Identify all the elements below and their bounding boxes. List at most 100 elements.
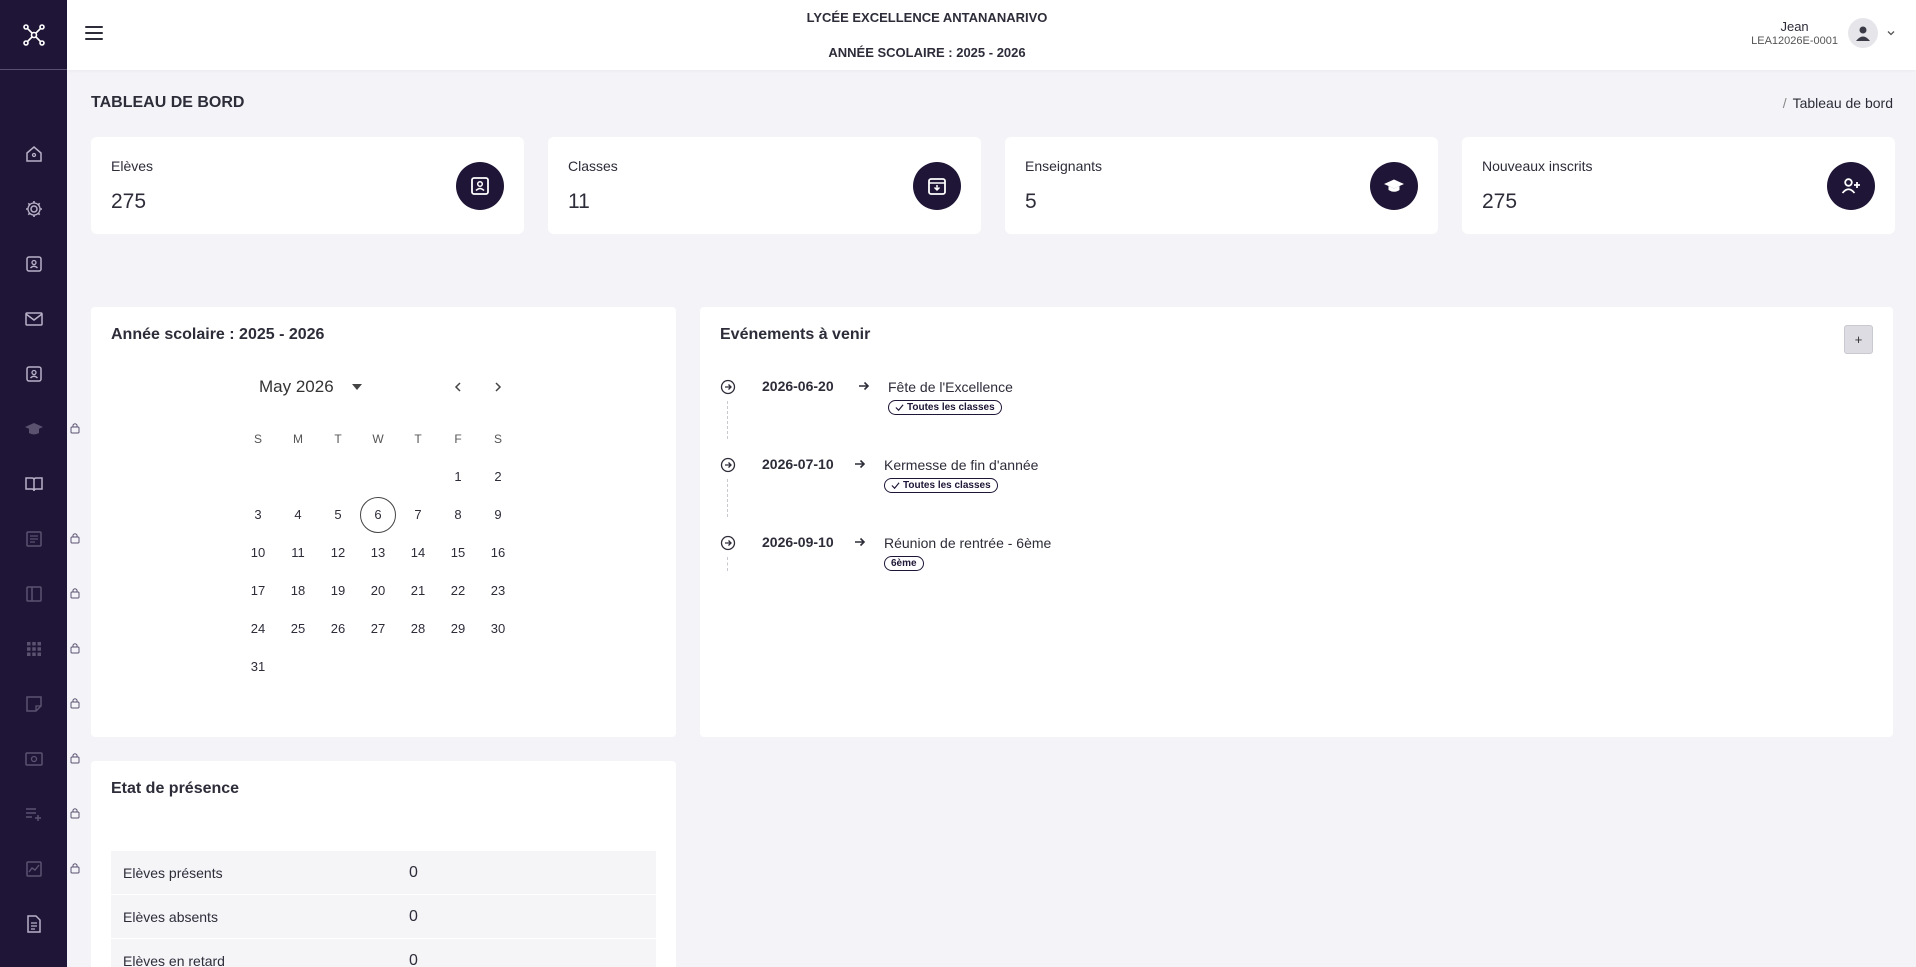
calendar-week: 12 bbox=[238, 458, 518, 496]
calendar-day[interactable]: 16 bbox=[478, 535, 518, 571]
event-date: 2026-09-10 bbox=[762, 534, 834, 550]
sidebar-item-notes[interactable] bbox=[0, 684, 80, 724]
gear-icon bbox=[25, 201, 42, 217]
calendar-day[interactable]: 14 bbox=[398, 535, 438, 571]
sidebar-item-panel[interactable] bbox=[0, 574, 80, 614]
chevron-down-icon[interactable] bbox=[1886, 28, 1896, 38]
calendar-day[interactable]: 9 bbox=[478, 497, 518, 533]
archive-box-icon bbox=[928, 178, 946, 195]
add-event-button[interactable]: + bbox=[1844, 325, 1873, 354]
lock-icon bbox=[70, 698, 80, 709]
calendar-day[interactable]: 12 bbox=[318, 535, 358, 571]
calendar-day[interactable]: 13 bbox=[358, 535, 398, 571]
calendar-day[interactable]: 3 bbox=[238, 497, 278, 533]
calendar-day[interactable]: 30 bbox=[478, 611, 518, 647]
sidebar-item-students[interactable] bbox=[0, 244, 67, 284]
book-icon bbox=[24, 477, 43, 492]
timeline-connector bbox=[727, 401, 728, 439]
calendar-empty-cell bbox=[398, 649, 438, 685]
attendance-label: Elèves présents bbox=[123, 864, 223, 881]
chevron-right-icon bbox=[495, 382, 502, 392]
top-header: LYCÉE EXCELLENCE ANTANANARIVO ANNÉE SCOL… bbox=[67, 0, 1916, 70]
hamburger-line bbox=[85, 38, 103, 40]
calendar-day[interactable]: 11 bbox=[278, 535, 318, 571]
table-row: Elèves en retard 0 bbox=[111, 939, 656, 967]
calendar-day[interactable]: 20 bbox=[358, 573, 398, 609]
calendar-day[interactable]: 29 bbox=[438, 611, 478, 647]
stat-card-classes[interactable]: Classes 11 bbox=[548, 137, 981, 234]
stat-card-new-enrollments[interactable]: Nouveaux inscrits 275 bbox=[1462, 137, 1895, 234]
chevron-left-icon bbox=[454, 382, 461, 392]
calendar-empty-cell bbox=[438, 649, 478, 685]
sidebar-item-grid[interactable] bbox=[0, 629, 80, 669]
breadcrumb-current[interactable]: Tableau de bord bbox=[1793, 95, 1893, 111]
calendar-day[interactable]: 8 bbox=[438, 497, 478, 533]
attendance-value: 0 bbox=[409, 951, 418, 967]
calendar-day[interactable]: 1 bbox=[438, 459, 478, 495]
user-add-icon bbox=[1841, 178, 1860, 194]
calendar-day[interactable]: 17 bbox=[238, 573, 278, 609]
sidebar-item-home[interactable] bbox=[0, 134, 67, 174]
calendar-day[interactable]: 27 bbox=[358, 611, 398, 647]
calendar-day[interactable]: 7 bbox=[398, 497, 438, 533]
sidebar-item-stats[interactable] bbox=[0, 849, 80, 889]
stat-value: 5 bbox=[1025, 190, 1037, 213]
weekday-label: F bbox=[454, 432, 462, 446]
calendar-empty-cell bbox=[398, 459, 438, 495]
breadcrumb: / Tableau de bord bbox=[1783, 95, 1893, 111]
user-menu[interactable]: Jean LEA12026E-0001 bbox=[1751, 18, 1896, 48]
sidebar-item-teachers[interactable] bbox=[0, 354, 67, 394]
calendar-day-today[interactable]: 6 bbox=[360, 497, 396, 533]
calendar-empty-cell bbox=[478, 649, 518, 685]
month-selector[interactable]: May 2026 bbox=[259, 377, 362, 397]
weekday-label: W bbox=[372, 432, 384, 446]
stat-icon-wrap bbox=[1827, 162, 1875, 210]
calendar-week: 3456789 bbox=[238, 496, 518, 534]
event-date: 2026-07-10 bbox=[762, 456, 834, 472]
app-logo[interactable] bbox=[0, 0, 67, 70]
arrow-right-icon bbox=[855, 537, 866, 547]
chart-icon bbox=[25, 861, 42, 877]
previous-month-button[interactable] bbox=[450, 379, 466, 395]
calendar-day[interactable]: 28 bbox=[398, 611, 438, 647]
sidebar-item-list-add[interactable] bbox=[0, 794, 80, 834]
sidebar-item-graduation[interactable] bbox=[0, 409, 80, 449]
calendar-empty-cell bbox=[278, 649, 318, 685]
calendar-day[interactable]: 18 bbox=[278, 573, 318, 609]
arrow-circle-icon bbox=[720, 457, 736, 473]
next-month-button[interactable] bbox=[490, 379, 506, 395]
calendar-week: 17 18 19 20 21 22 23 bbox=[238, 572, 518, 610]
calendar-day[interactable]: 4 bbox=[278, 497, 318, 533]
calendar-day[interactable]: 2 bbox=[478, 459, 518, 495]
sidebar-item-settings[interactable] bbox=[0, 189, 67, 229]
calendar-day[interactable]: 19 bbox=[318, 573, 358, 609]
calendar-day[interactable]: 22 bbox=[438, 573, 478, 609]
sidebar-item-documents[interactable] bbox=[0, 519, 80, 559]
stat-card-teachers[interactable]: Enseignants 5 bbox=[1005, 137, 1438, 234]
calendar-day[interactable]: 25 bbox=[278, 611, 318, 647]
sidebar-item-payments[interactable] bbox=[0, 739, 80, 779]
sidebar-item-messages[interactable] bbox=[0, 299, 67, 339]
attendance-label: Elèves en retard bbox=[123, 952, 225, 967]
table-row: Elèves présents 0 bbox=[111, 851, 656, 895]
stat-card-students[interactable]: Elèves 275 bbox=[91, 137, 524, 234]
calendar-empty-cell bbox=[318, 459, 358, 495]
calendar-day[interactable]: 23 bbox=[478, 573, 518, 609]
sidebar-item-reports[interactable] bbox=[0, 904, 67, 944]
lock-icon bbox=[70, 423, 80, 434]
calendar-day[interactable]: 31 bbox=[238, 649, 278, 685]
sidebar-item-library[interactable] bbox=[0, 464, 67, 504]
calendar-day[interactable]: 21 bbox=[398, 573, 438, 609]
calendar-day[interactable]: 24 bbox=[238, 611, 278, 647]
calendar-week: 10 11 12 13 14 15 16 bbox=[238, 534, 518, 572]
user-id: LEA12026E-0001 bbox=[1751, 35, 1838, 47]
calendar-day[interactable]: 15 bbox=[438, 535, 478, 571]
stat-icon-wrap bbox=[456, 162, 504, 210]
avatar[interactable] bbox=[1848, 18, 1878, 48]
calendar-day[interactable]: 10 bbox=[238, 535, 278, 571]
calendar-day[interactable]: 5 bbox=[318, 497, 358, 533]
calendar-day[interactable]: 26 bbox=[318, 611, 358, 647]
money-icon bbox=[24, 752, 43, 766]
menu-toggle-button[interactable] bbox=[85, 24, 103, 42]
lock-icon bbox=[70, 533, 80, 544]
